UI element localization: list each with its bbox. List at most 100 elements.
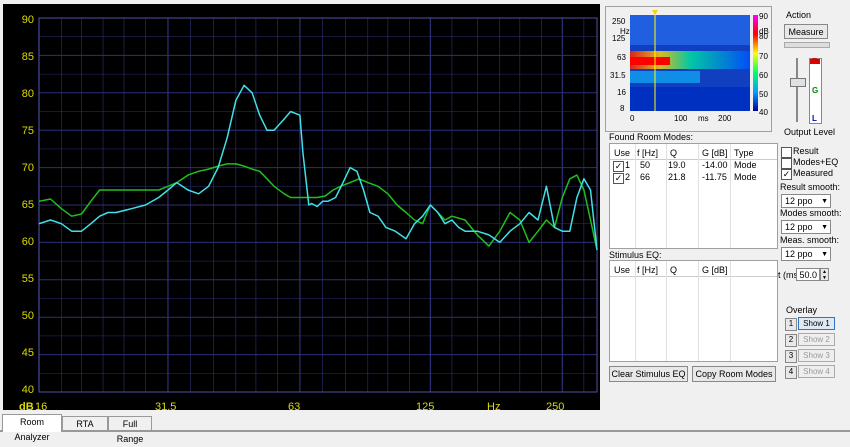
modes-eq-checkbox-label: Modes+EQ — [793, 157, 839, 167]
col-header: Type — [734, 148, 754, 158]
chevron-down-icon: ▼ — [821, 224, 828, 231]
overlay-title: Overlay — [786, 305, 818, 315]
spectro-y-label: 63 — [617, 53, 626, 62]
x-tick-label: 125 — [416, 401, 435, 413]
show-3-button[interactable]: Show 3 — [798, 349, 835, 362]
overlay-2-number: 2 — [785, 334, 797, 347]
overlay-3-number: 3 — [785, 350, 797, 363]
meas-smooth-label: Meas. smooth: — [780, 235, 840, 245]
measure-button[interactable]: Measure — [784, 24, 828, 39]
col-header: G [dB] — [702, 148, 728, 158]
show-4-button[interactable]: Show 4 — [798, 365, 835, 378]
modes-smooth-value: 12 ppo — [785, 222, 813, 232]
mode-use-checkbox[interactable]: ✓ — [613, 161, 624, 172]
y-tick-label: 40 — [21, 384, 34, 396]
output-level-slider-thumb[interactable] — [790, 78, 806, 87]
meas-smooth-select[interactable]: 12 ppo ▼ — [781, 247, 831, 261]
col-header: G [dB] — [702, 265, 728, 275]
result-smooth-value: 12 ppo — [785, 196, 813, 206]
mode-gain: -14.00 — [702, 160, 728, 170]
stimulus-eq-title: Stimulus EQ: — [609, 250, 662, 260]
measure-progress-bar — [784, 42, 830, 48]
spectro-y-label: 250 — [612, 17, 626, 26]
y-tick-label: 80 — [21, 88, 34, 100]
result-checkbox[interactable] — [781, 147, 792, 158]
spectro-x-unit: ms — [698, 114, 709, 123]
plot-svg — [38, 17, 598, 393]
mode-type: Mode — [734, 172, 757, 182]
meter-label-bot: L — [812, 114, 817, 123]
show-2-button[interactable]: Show 2 — [798, 333, 835, 346]
meas-smooth-value: 12 ppo — [785, 249, 813, 259]
mode-frequency: 66 — [640, 172, 651, 182]
y-tick-label: 85 — [21, 51, 34, 63]
spectro-y-unit: Hz — [620, 27, 630, 36]
mode-index: 1 — [625, 160, 631, 170]
col-header: Q — [670, 265, 678, 275]
frequency-response-plot[interactable]: 90 85 80 75 70 65 60 55 50 45 40 dB 16 3… — [3, 4, 600, 413]
y-tick-label: 70 — [21, 162, 34, 174]
spectro-y-label: 8 — [620, 104, 625, 113]
overlay-4-number: 4 — [785, 366, 797, 379]
scale-label: 70 — [759, 52, 768, 61]
meter-label-top: R — [812, 57, 818, 66]
chevron-down-icon: ▼ — [821, 251, 828, 258]
t-ms-spinner[interactable]: ▲ ▼ — [820, 268, 829, 281]
modes-smooth-select[interactable]: 12 ppo ▼ — [781, 220, 831, 234]
mode-frequency: 50 — [640, 160, 651, 170]
col-header: Use — [614, 265, 631, 275]
col-header: Q — [670, 148, 678, 158]
col-header: Use — [614, 148, 631, 158]
chevron-down-icon: ▼ — [821, 198, 828, 205]
stimulus-eq-table[interactable]: Use f [Hz] Q G [dB] — [609, 260, 778, 362]
result-checkbox-label: Result — [793, 146, 819, 156]
clear-stimulus-eq-button[interactable]: Clear Stimulus EQ — [609, 366, 688, 382]
mode-index: 2 — [625, 172, 631, 182]
spectro-y-label: 31.5 — [610, 71, 626, 80]
room-modes-title: Found Room Modes: — [609, 132, 694, 142]
scale-label: 60 — [759, 71, 768, 80]
copy-room-modes-button[interactable]: Copy Room Modes — [692, 366, 776, 382]
y-tick-label: 90 — [21, 14, 34, 26]
x-tick-label: 250 — [546, 401, 565, 413]
modes-eq-checkbox[interactable] — [781, 158, 792, 169]
time-cursor-marker — [652, 10, 658, 15]
mode-use-checkbox[interactable]: ✓ — [613, 173, 624, 184]
x-tick-label: 63 — [288, 401, 301, 413]
series-line-green — [38, 163, 598, 251]
y-tick-label: 50 — [21, 310, 34, 322]
result-smooth-select[interactable]: 12 ppo ▼ — [781, 194, 831, 208]
x-tick-label: 31.5 — [155, 401, 177, 413]
t-ms-input[interactable]: 50.0 — [796, 268, 820, 281]
tab-rta[interactable]: RTA — [62, 416, 108, 431]
mode-q: 21.8 — [668, 172, 686, 182]
mode-gain: -11.75 — [702, 172, 727, 182]
spectrogram-svg — [630, 10, 758, 111]
spectro-x-label: 100 — [674, 114, 688, 123]
y-unit-label: dB — [19, 401, 34, 413]
color-scale-bar — [753, 15, 758, 111]
y-tick-label: 60 — [21, 236, 34, 248]
y-tick-label: 75 — [21, 125, 34, 137]
measured-checkbox[interactable]: ✓ — [781, 169, 792, 180]
col-header: f [Hz] — [637, 265, 659, 275]
spectrogram-panel[interactable]: 250 125 Hz 63 31.5 16 8 0 100 ms 200 90 … — [605, 6, 772, 132]
measured-checkbox-label: Measured — [793, 168, 834, 178]
room-modes-table[interactable]: Use f [Hz] Q G [dB] Type ✓ 1 50 19.0 -14… — [609, 143, 778, 249]
scale-label: 90 — [759, 12, 768, 21]
spectro-x-label: 200 — [718, 114, 732, 123]
show-1-button[interactable]: Show 1 — [798, 317, 835, 330]
tab-full-range[interactable]: Full Range — [108, 416, 152, 444]
x-unit-label: Hz — [487, 401, 501, 413]
overlay-1-number: 1 — [785, 318, 797, 331]
scale-label: 50 — [759, 90, 768, 99]
tab-room-analyzer[interactable]: Room Analyzer — [2, 414, 62, 442]
scale-label: 40 — [759, 108, 768, 117]
spectro-x-label: 0 — [630, 114, 635, 123]
scale-label: 80 — [759, 32, 768, 41]
y-tick-label: 45 — [21, 347, 34, 359]
modes-smooth-label: Modes smooth: — [780, 208, 842, 218]
x-tick-label: 16 — [35, 401, 48, 413]
output-level-label: Output Level — [784, 127, 836, 137]
action-title: Action — [786, 10, 812, 20]
